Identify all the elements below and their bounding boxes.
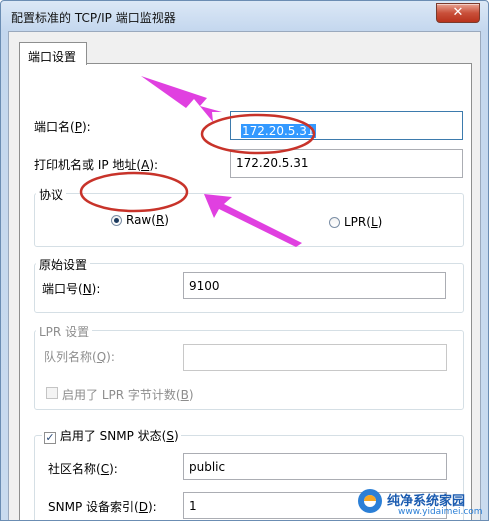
close-icon: ✕ [452, 5, 464, 20]
lpr-radio-label[interactable]: LPR(L) [344, 215, 382, 229]
raw-radio-label[interactable]: Raw(R) [126, 213, 169, 227]
tab-label: 端口设置 [28, 50, 77, 64]
snmp-enabled-label[interactable]: 启用了 SNMP 状态(S) [60, 429, 179, 443]
port-name-value: 172.20.5.31 [241, 124, 316, 138]
dialog-client-area: 端口设置 端口名(P): 172.20.5.31 打印机名或 IP 地址(A):… [8, 31, 481, 520]
port-number-input[interactable]: 9100 [183, 272, 446, 299]
window-title: 配置标准的 TCP/IP 端口监视器 [11, 11, 176, 25]
lpr-radio[interactable] [329, 217, 340, 228]
lpr-byte-counting-label[interactable]: 启用了 LPR 字节计数(B) [62, 386, 194, 403]
community-name-label: 社区名称(C): [48, 462, 118, 476]
port-name-input[interactable]: 172.20.5.31 [230, 111, 463, 140]
queue-name-label: 队列名称(Q): [44, 350, 115, 364]
watermark-url: www.yidaimei.com [398, 507, 483, 517]
snmp-device-index-label: SNMP 设备索引(D): [48, 500, 157, 514]
raw-radio[interactable] [111, 215, 122, 226]
lpr-byte-counting-checkbox[interactable] [46, 387, 58, 399]
community-name-input[interactable]: public [183, 453, 447, 480]
snmp-enabled-checkbox[interactable]: ✓ [44, 432, 56, 444]
queue-name-input[interactable] [183, 344, 447, 371]
community-name-value: public [189, 460, 226, 474]
snmp-group-title: ✓ 启用了 SNMP 状态(S) [42, 427, 181, 444]
protocol-group-title: 协议 [36, 186, 67, 203]
lpr-settings-title: LPR 设置 [36, 323, 93, 340]
protocol-group [34, 193, 464, 247]
port-number-label: 端口号(N): [42, 282, 101, 296]
tab-port-settings[interactable]: 端口设置 [19, 42, 87, 65]
title-bar[interactable]: 配置标准的 TCP/IP 端口监视器 ✕ [1, 1, 488, 31]
port-settings-panel: 端口名(P): 172.20.5.31 打印机名或 IP 地址(A): 172.… [19, 63, 472, 520]
port-number-value: 9100 [189, 279, 220, 293]
printer-address-label: 打印机名或 IP 地址(A): [34, 158, 159, 172]
raw-settings-title: 原始设置 [36, 256, 91, 273]
dialog-window: 配置标准的 TCP/IP 端口监视器 ✕ 端口设置 端口名(P): 172.20… [0, 0, 489, 521]
printer-address-value: 172.20.5.31 [236, 156, 309, 170]
snmp-device-index-value: 1 [189, 499, 197, 513]
printer-address-input[interactable]: 172.20.5.31 [230, 149, 463, 178]
port-name-label: 端口名(P): [34, 120, 91, 134]
close-button[interactable]: ✕ [436, 3, 480, 23]
